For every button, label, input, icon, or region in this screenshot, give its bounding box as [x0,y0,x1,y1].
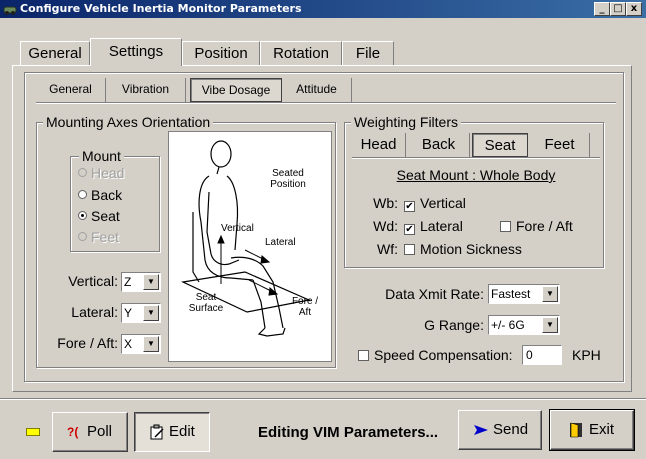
checkbox-icon [404,244,415,255]
radio-icon [78,190,87,199]
poll-label: Poll [87,423,113,440]
xmit-rate-select[interactable]: Fastest ▼ [488,284,560,304]
tab-position[interactable]: Position [182,41,260,65]
chevron-down-icon[interactable]: ▼ [542,317,558,333]
lateral-axis-label: Lateral: [71,304,118,320]
mount-radio-feet[interactable]: Feet [78,228,119,246]
radio-selected-icon [78,211,87,220]
weighting-filters-title: Weighting Filters [351,114,462,130]
app-icon [3,6,17,15]
g-range-select[interactable]: +/- 6G ▼ [488,315,560,335]
wd-lateral-checkbox[interactable]: ✔ Lateral [404,217,463,235]
subtab-attitude[interactable]: Attitude [282,78,352,102]
wb-label: Wb: [373,195,398,211]
subtab-general[interactable]: General [36,78,106,102]
speed-compensation-label: Speed Compensation: [374,347,513,363]
seat-surface-label: Seat Surface [188,292,224,314]
close-button[interactable]: x [626,2,642,16]
exit-button[interactable]: Exit [549,409,635,451]
wf-motion-checkbox[interactable]: Motion Sickness [404,240,522,258]
foreaft-axis-select[interactable]: X ▼ [121,334,161,354]
title-bar: Configure Vehicle Inertia Monitor Parame… [0,0,646,18]
mount-radio-label: Seat [91,208,120,224]
weighting-tab-feet[interactable]: Feet [530,133,590,157]
edit-label: Edit [169,423,195,440]
checkbox-checked-icon: ✔ [404,201,415,212]
status-message: Editing VIM Parameters... [258,424,439,441]
speed-compensation-input[interactable]: 0 [522,345,562,365]
foreaft-axis-value: X [124,337,133,351]
checkbox-icon [500,221,511,232]
lateral-axis-value: Y [124,306,133,320]
mount-caption: Seat Mount : Whole Body [396,167,556,183]
mount-radio-back[interactable]: Back [78,186,122,204]
maximize-button[interactable]: □ [610,2,626,16]
wd-label: Wd: [373,218,398,234]
speed-compensation-checkbox[interactable]: Speed Compensation: [358,346,513,364]
poll-button[interactable]: ?( Poll [52,412,128,452]
seated-position-label: Seated Position [270,168,306,190]
weighting-tab-head[interactable]: Head [352,133,406,157]
chevron-down-icon[interactable]: ▼ [143,274,159,290]
window-title: Configure Vehicle Inertia Monitor Parame… [20,2,302,15]
mount-radio-label: Back [91,187,123,203]
tab-settings[interactable]: Settings [90,38,182,66]
wd-foreaft-label: Fore / Aft [516,218,573,234]
exit-door-icon [570,422,582,438]
mount-radio-label: Feet [91,229,120,245]
wb-vertical-checkbox[interactable]: ✔ Vertical [404,194,466,212]
lateral-diagram-label: Lateral [265,237,296,248]
mount-radio-seat[interactable]: Seat [78,207,120,225]
vertical-axis-select[interactable]: Z ▼ [121,272,161,292]
checkbox-icon [358,350,369,361]
chevron-down-icon[interactable]: ▼ [542,286,558,302]
subtab-vibration[interactable]: Vibration [106,78,186,102]
poll-icon: ?( [67,425,79,439]
exit-label: Exit [589,421,615,438]
weighting-tab-divider [352,157,600,158]
status-led-indicator [26,428,40,436]
xmit-rate-value: Fastest [491,287,531,301]
radio-icon [78,232,87,241]
vertical-diagram-label: Vertical [221,223,254,234]
wf-motion-label: Motion Sickness [420,241,522,257]
wd-foreaft-checkbox[interactable]: Fore / Aft [500,217,573,235]
tab-general[interactable]: General [20,41,90,65]
chevron-down-icon[interactable]: ▼ [143,336,159,352]
minimize-button[interactable]: _ [594,2,610,16]
tab-rotation[interactable]: Rotation [260,41,342,65]
g-range-label: G Range: [424,317,484,333]
vertical-axis-value: Z [124,275,132,289]
seated-position-diagram: Seated Position Vertical Lateral Seat Su… [168,131,332,362]
wd-lateral-label: Lateral [420,218,463,234]
checkbox-checked-icon: ✔ [404,224,415,235]
edit-clipboard-icon [150,424,164,440]
mount-title: Mount [79,148,124,164]
footer-divider [0,398,646,399]
send-label: Send [493,421,529,438]
subtab-divider [36,102,616,103]
tab-file[interactable]: File [342,41,394,65]
mounting-axes-title: Mounting Axes Orientation [43,114,214,130]
wf-label: Wf: [377,241,398,257]
mount-radio-label: Head [91,165,125,181]
radio-icon [78,168,87,177]
foreaft-axis-label: Fore / Aft: [57,335,118,351]
chevron-down-icon[interactable]: ▼ [143,305,159,321]
g-range-value: +/- 6G [491,318,525,332]
send-arrow-icon [474,425,488,435]
xmit-rate-label: Data Xmit Rate: [385,286,484,302]
mount-radio-head[interactable]: Head [78,164,124,182]
weighting-tab-seat[interactable]: Seat [472,133,528,157]
speed-unit-label: KPH [572,347,601,363]
send-button[interactable]: Send [458,410,542,450]
vertical-axis-label: Vertical: [68,273,118,289]
subtab-vibe-dosage[interactable]: Vibe Dosage [190,78,282,102]
edit-button[interactable]: Edit [134,412,210,452]
seated-person-illustration [180,140,312,337]
wb-vertical-label: Vertical [420,195,466,211]
weighting-tab-back[interactable]: Back [408,133,470,157]
fore-aft-diagram-label: Fore / Aft [291,296,319,318]
lateral-axis-select[interactable]: Y ▼ [121,303,161,323]
